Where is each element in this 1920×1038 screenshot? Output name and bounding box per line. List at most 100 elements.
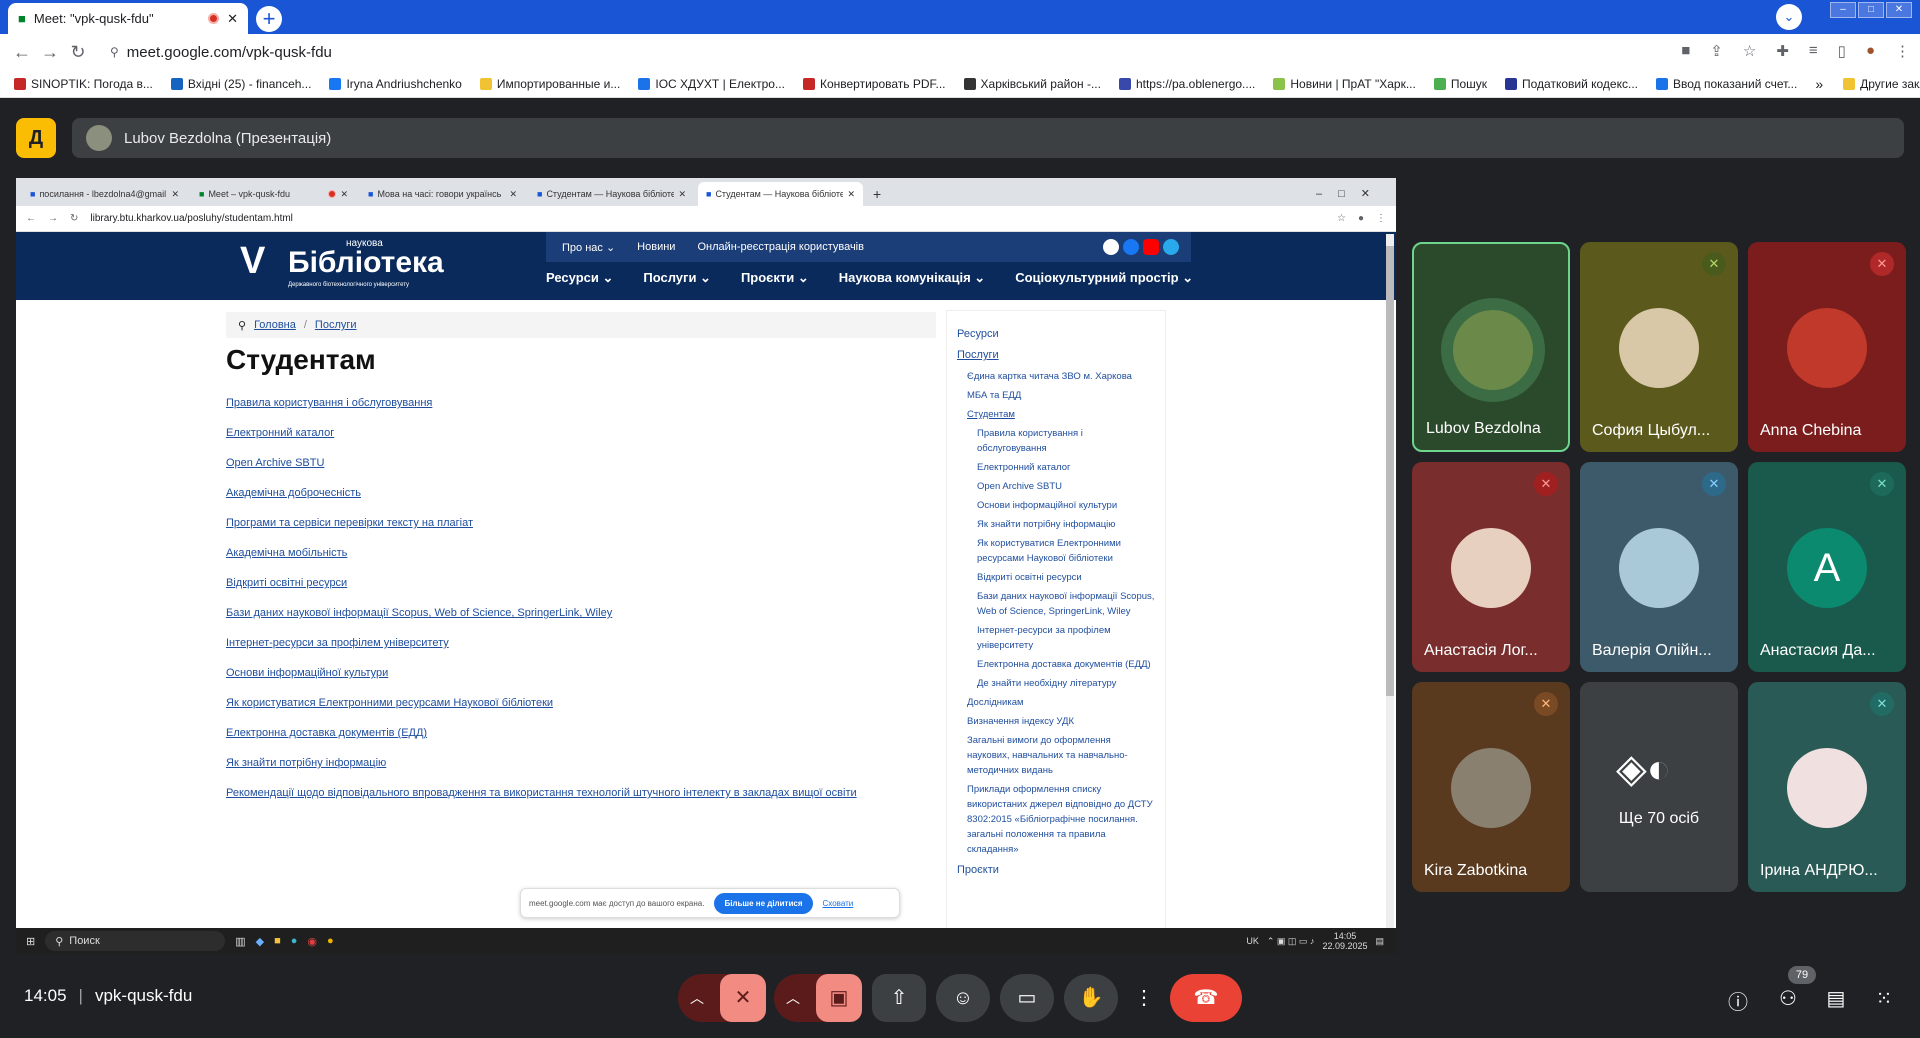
sidebar-subitem[interactable]: Визначення індексу УДК — [967, 714, 1155, 729]
sidebar-subsubitem[interactable]: Open Archive SBTU — [977, 479, 1155, 494]
sidebar-subsubitem[interactable]: Основи інформаційної культури — [977, 498, 1155, 513]
sidebar-subsubitem[interactable]: Електронна доставка документів (ЕДД) — [977, 657, 1155, 672]
sidebar-subsubitem[interactable]: Бази даних наукової інформації Scopus, W… — [977, 589, 1155, 619]
bookmark-item[interactable]: Харківський район -... — [963, 77, 1101, 91]
sidebar-subsubitem[interactable]: Як знайти потрібну інформацію — [977, 517, 1155, 532]
reactions-button[interactable]: ☺ — [936, 974, 990, 1022]
more-participants-tile[interactable]: ◈◐ Ще 70 осіб — [1580, 682, 1738, 892]
facebook-icon[interactable] — [1123, 239, 1139, 255]
menu-icon[interactable]: ⋮ — [1895, 42, 1910, 60]
student-link[interactable]: Програми та сервіси перевірки тексту на … — [226, 508, 857, 538]
inner-tab[interactable]: ■ Meet – vpk-qusk-fdu ✕ — [191, 182, 356, 206]
more-options-button[interactable]: ⋮ — [1128, 974, 1160, 1022]
inner-tab[interactable]: ■ посилання - lbezdolna4@gmail ✕ — [22, 182, 187, 206]
sidebar-subitem[interactable]: Дослідникам — [967, 695, 1155, 710]
bookmark-item[interactable]: Податковий кодекс... — [1505, 77, 1638, 91]
sidebar-subitem[interactable]: Єдина картка читача ЗВО м. Харкова — [967, 369, 1155, 384]
tray-icons[interactable]: ⌃ ▣ ◫ ▭ ♪ — [1267, 936, 1315, 947]
tab-search-icon[interactable]: ⌄ — [1776, 4, 1802, 30]
close-window-icon[interactable]: ✕ — [1886, 2, 1912, 18]
app-icon[interactable]: ◉ — [307, 935, 317, 948]
bookmarks-more-icon[interactable]: » — [1815, 76, 1823, 92]
inner-tab[interactable]: ■ Студентам — Наукова бібліоте ✕ — [529, 182, 694, 206]
close-tab-icon[interactable]: ✕ — [340, 189, 348, 200]
captions-button[interactable]: ▭ — [1000, 974, 1054, 1022]
raise-hand-button[interactable]: ✋ — [1064, 974, 1118, 1022]
sidebar-subsubitem[interactable]: Правила користування і обслуговування — [977, 426, 1155, 456]
scrollbar[interactable] — [1386, 234, 1394, 934]
inner-star-icon[interactable]: ☆ — [1337, 213, 1346, 224]
close-tab-icon[interactable]: ✕ — [227, 11, 238, 27]
sidebar-subitem[interactable]: Загальні вимоги до оформлення наукових, … — [967, 733, 1155, 778]
inner-new-tab-icon[interactable]: + — [867, 186, 887, 206]
other-bookmarks[interactable]: Другие закладки — [1843, 77, 1920, 91]
sidebar-subitem[interactable]: Студентам — [967, 407, 1155, 422]
top-menu-item[interactable]: Новини — [637, 241, 675, 253]
participant-tile[interactable]: Анастасія Лог... ✕ — [1412, 462, 1570, 672]
taskview-icon[interactable]: ▥ — [235, 935, 245, 948]
bookmark-item[interactable]: Iryna Andriushchenko — [329, 77, 462, 91]
camera-options-icon[interactable]: ︿ — [786, 974, 800, 1022]
sidebar-subsubitem[interactable]: Відкриті освітні ресурси — [977, 570, 1155, 585]
bookmark-item[interactable]: Новини | ПрАТ "Харк... — [1273, 77, 1416, 91]
bookmark-item[interactable]: Вхідні (25) - financeh... — [170, 77, 311, 91]
sidebar-subitem[interactable]: МБА та ЕДД — [967, 388, 1155, 403]
telegram-icon[interactable] — [1163, 239, 1179, 255]
close-tab-icon[interactable]: ✕ — [678, 189, 686, 200]
inner-menu-icon[interactable]: ⋮ — [1376, 213, 1396, 224]
minimize-icon[interactable]: – — [1830, 2, 1856, 18]
camera-icon[interactable]: ■ — [1681, 42, 1690, 60]
share-icon[interactable]: ⇪ — [1710, 42, 1723, 60]
inner-back-icon[interactable]: ← — [26, 213, 36, 224]
main-menu-item[interactable]: Проєкти ⌄ — [741, 270, 809, 286]
hide-button[interactable]: Сховати — [823, 899, 854, 908]
close-tab-icon[interactable]: ✕ — [509, 189, 517, 200]
participant-tile[interactable]: Ірина АНДРЮ... ✕ — [1748, 682, 1906, 892]
breadcrumb-services[interactable]: Послуги — [315, 319, 357, 331]
chrome-icon[interactable]: ● — [327, 935, 334, 947]
mic-off-icon[interactable]: ✕ — [720, 974, 766, 1022]
student-link[interactable]: Електронний каталог — [226, 418, 857, 448]
sidepanel-icon[interactable]: ▯ — [1838, 42, 1846, 60]
activities-icon[interactable]: ⁙ — [1870, 986, 1898, 1011]
profile-icon[interactable]: ● — [1866, 42, 1875, 60]
stop-sharing-button[interactable]: Більше не ділитися — [714, 892, 813, 914]
taskbar-search[interactable]: ⚲ Поиск — [45, 931, 226, 951]
youtube-icon[interactable] — [1143, 239, 1159, 255]
edge-icon[interactable]: ● — [291, 935, 298, 947]
reading-list-icon[interactable]: ≡ — [1809, 42, 1818, 60]
reload-icon[interactable]: ↻ — [64, 42, 92, 63]
student-link[interactable]: Бази даних наукової інформації Scopus, W… — [226, 598, 857, 628]
bookmark-item[interactable]: Конвертировать PDF... — [802, 77, 946, 91]
student-link[interactable]: Інтернет-ресурси за профілем університет… — [226, 628, 857, 658]
main-menu-item[interactable]: Ресурси ⌄ — [546, 270, 613, 286]
inner-reload-icon[interactable]: ↻ — [70, 213, 78, 224]
inner-tab[interactable]: ■ Студентам — Наукова бібліоте ✕ — [698, 182, 863, 206]
inner-window-controls[interactable]: –□✕ — [1306, 187, 1396, 206]
extensions-icon[interactable]: ✚ — [1776, 42, 1789, 60]
windows-start-icon[interactable]: ⊞ — [26, 935, 35, 948]
lang-indicator[interactable]: UK — [1246, 936, 1259, 946]
site-info-icon[interactable]: ⚲ — [110, 45, 119, 59]
people-icon[interactable]: ⚇ — [1774, 986, 1802, 1011]
participant-tile[interactable]: A Анастасия Да... ✕ — [1748, 462, 1906, 672]
back-icon[interactable]: ← — [8, 42, 36, 63]
student-link[interactable]: Рекомендації щодо відповідального впрова… — [226, 778, 857, 808]
sidebar-subsubitem[interactable]: Електронний каталог — [977, 460, 1155, 475]
bookmark-item[interactable]: Пошук — [1433, 77, 1487, 91]
meet-tab[interactable]: ■ Meet: "vpk-qusk-fdu" ✕ — [8, 3, 248, 34]
student-link[interactable]: Правила користування і обслуговування — [226, 388, 857, 418]
sidebar-subsubitem[interactable]: Як користуватися Електронними ресурсами … — [977, 536, 1155, 566]
sidebar-item[interactable]: Ресурси — [957, 327, 1155, 342]
student-link[interactable]: Відкриті освітні ресурси — [226, 568, 857, 598]
main-menu-item[interactable]: Наукова комунікація ⌄ — [839, 270, 985, 286]
clock[interactable]: 14:05 22.09.2025 — [1322, 931, 1367, 951]
bookmark-item[interactable]: Ввод показаний счет... — [1656, 77, 1797, 91]
instagram-icon[interactable] — [1103, 239, 1119, 255]
present-button[interactable]: ⇧ — [872, 974, 926, 1022]
sidebar-subsubitem[interactable]: Інтернет-ресурси за профілем університет… — [977, 623, 1155, 653]
inner-tab[interactable]: ■ Мова на часі: говори українсь ✕ — [360, 182, 525, 206]
copilot-icon[interactable]: ◆ — [256, 935, 264, 948]
student-link[interactable]: Як користуватися Електронними ресурсами … — [226, 688, 857, 718]
close-tab-icon[interactable]: ✕ — [171, 189, 179, 200]
